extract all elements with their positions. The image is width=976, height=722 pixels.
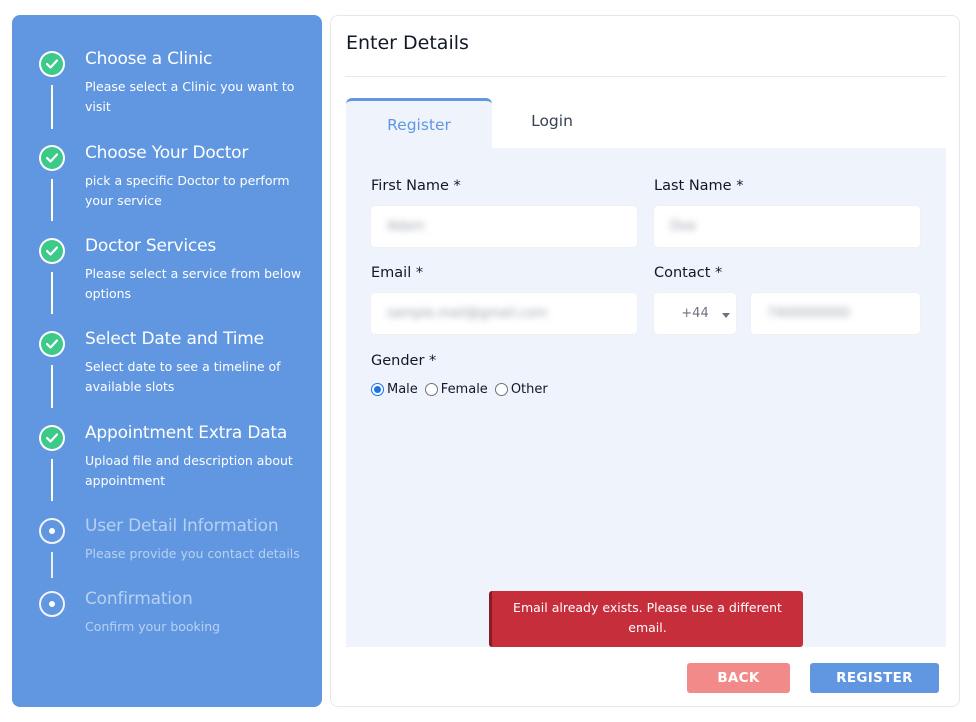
step-description: Select date to see a timeline of availab… [85, 359, 281, 394]
step-title: Select Date and Time [85, 329, 264, 349]
gender-other-radio[interactable]: Other [494, 382, 548, 397]
step-title: Choose a Clinic [85, 49, 213, 69]
check-circle-icon [39, 331, 65, 357]
check-circle-icon [39, 51, 65, 77]
gender-radio-group: Male Female Other [371, 382, 555, 397]
chevron-down-icon [722, 313, 730, 318]
last-name-value: Doe [670, 219, 696, 234]
radio-unchecked-icon [494, 383, 508, 396]
gender-option-label: Other [510, 382, 548, 397]
check-circle-icon [39, 145, 65, 171]
step-connector [51, 459, 53, 501]
gender-female-radio[interactable]: Female [424, 382, 488, 397]
email-field[interactable]: sample.mail@gmail.com [370, 292, 638, 335]
back-button[interactable]: BACK [687, 663, 790, 693]
register-button[interactable]: REGISTER [810, 663, 939, 693]
step-connector [51, 552, 53, 578]
step-connector [51, 365, 53, 408]
page-title: Enter Details [346, 32, 469, 54]
tab-login[interactable]: Login [492, 98, 612, 148]
radio-checked-icon [371, 383, 384, 396]
step-description: Upload file and description about appoin… [85, 453, 293, 488]
step-description: Please select a service from below optio… [85, 266, 302, 301]
step-connector [51, 179, 53, 221]
step-title: Confirmation [85, 589, 193, 609]
gender-option-label: Male [387, 382, 418, 397]
email-label: Email * [371, 265, 424, 281]
last-name-field[interactable]: Doe [653, 205, 921, 248]
register-form: First Name * Adam Last Name * Doe Email … [346, 148, 946, 647]
step-title: Appointment Extra Data [85, 423, 288, 443]
first-name-label: First Name * [371, 178, 461, 194]
radio-dot-icon [39, 518, 65, 544]
step-description: Confirm your booking [85, 619, 221, 634]
check-circle-icon [39, 425, 65, 451]
step-connector [51, 85, 53, 129]
step-description: Please provide you contact details [85, 546, 300, 561]
divider [345, 76, 946, 77]
gender-male-radio[interactable]: Male [371, 382, 418, 397]
contact-label: Contact * [654, 265, 723, 281]
step-connector [51, 272, 53, 314]
country-code-select[interactable]: +44 [653, 292, 737, 335]
gender-label: Gender * [371, 353, 437, 369]
step-description: pick a specific Doctor to perform your s… [85, 173, 290, 208]
step-description: Please select a Clinic you want to visit [85, 79, 295, 114]
gender-option-label: Female [440, 382, 488, 397]
phone-field[interactable]: 7400000000 [750, 292, 921, 335]
first-name-field[interactable]: Adam [370, 205, 638, 248]
check-circle-icon [39, 238, 65, 264]
step-title: Choose Your Doctor [85, 143, 249, 163]
details-card: Enter Details Register Login First Name … [330, 15, 960, 707]
steps-sidebar: Choose a Clinic Please select a Clinic y… [12, 15, 322, 707]
country-code-value: +44 [681, 306, 709, 321]
step-title: User Detail Information [85, 516, 279, 536]
error-alert: Email already exists. Please use a diffe… [489, 591, 803, 647]
email-value: sample.mail@gmail.com [387, 306, 548, 321]
step-title: Doctor Services [85, 236, 216, 256]
tab-register[interactable]: Register [346, 98, 492, 148]
radio-unchecked-icon [424, 383, 438, 396]
radio-dot-icon [39, 591, 65, 617]
phone-value: 7400000000 [767, 306, 850, 321]
last-name-label: Last Name * [654, 178, 744, 194]
first-name-value: Adam [387, 219, 425, 234]
